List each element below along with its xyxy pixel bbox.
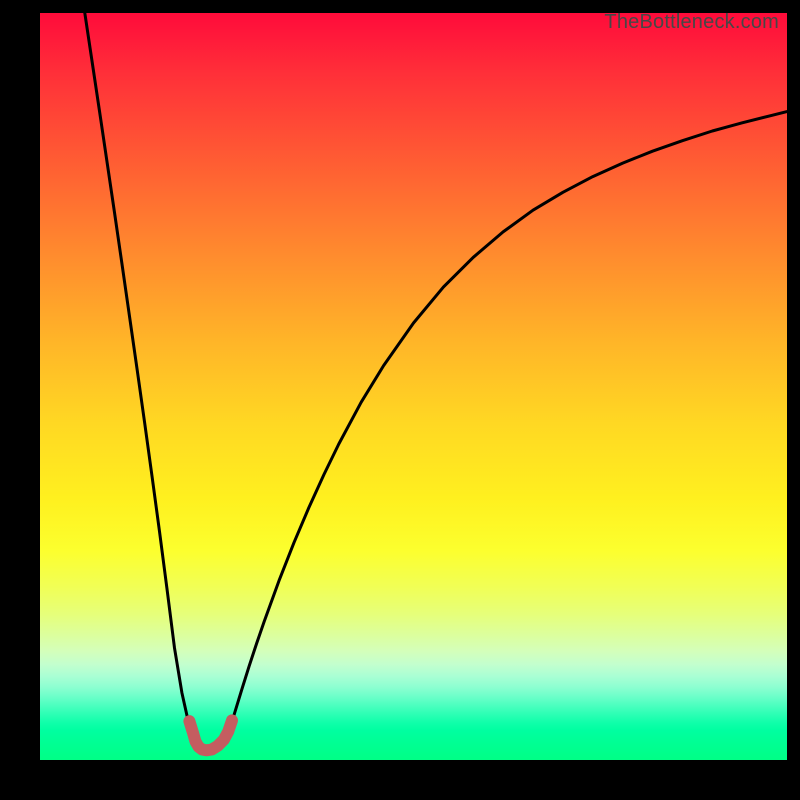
chart-frame: TheBottleneck.com	[0, 0, 800, 800]
plot-area: TheBottleneck.com	[40, 13, 787, 760]
curve-layer	[40, 13, 787, 760]
curve-left-branch	[85, 13, 196, 744]
curve-right-branch	[227, 112, 787, 741]
valley-marker	[189, 720, 232, 750]
